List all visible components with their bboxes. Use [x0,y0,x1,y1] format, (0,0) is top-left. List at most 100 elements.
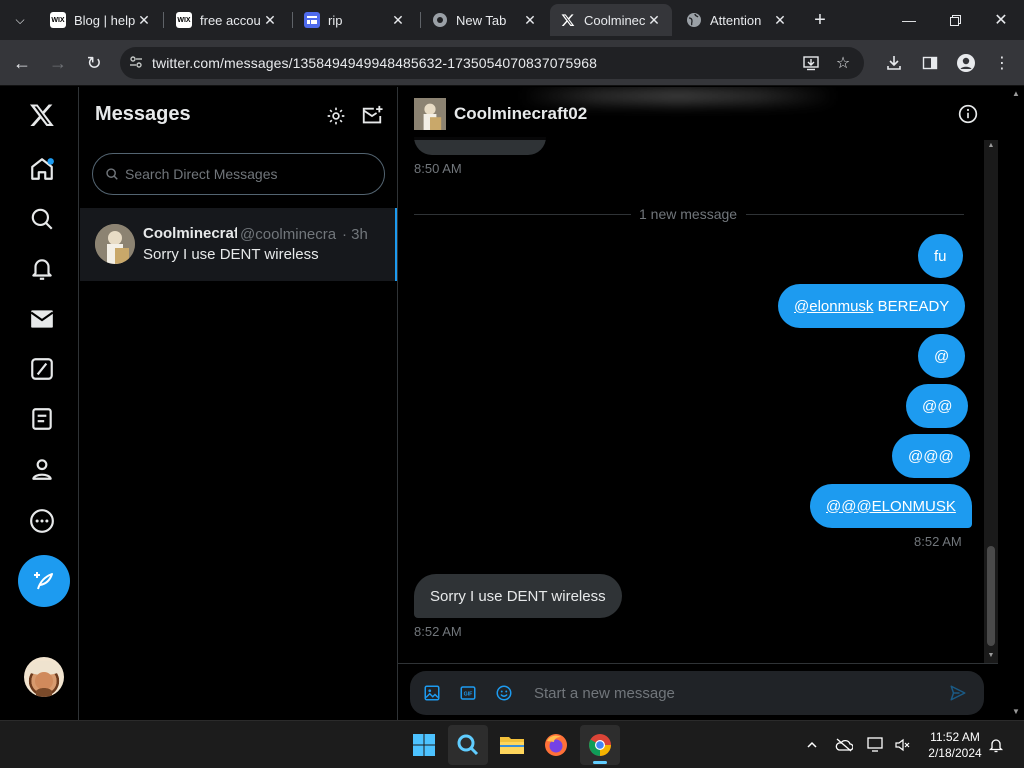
tab-title: Coolminec [584,12,646,28]
message-timestamp: 8:52 AM [414,624,462,639]
conversation-info-icon[interactable] [956,102,980,126]
tab-title: rip [328,12,343,28]
chat-title[interactable]: Coolminecraft02 [454,104,587,124]
wix-icon: WIX [50,12,66,28]
message-input[interactable] [534,684,914,702]
chrome-icon [589,734,611,756]
explore-search-icon[interactable] [18,195,66,243]
site-settings-icon[interactable] [120,55,152,72]
conversation-item[interactable]: Coolminecraf @coolminecra · 3h Sorry I u… [80,208,397,281]
incoming-message[interactable]: Sorry I use DENT wireless [414,574,622,618]
close-tab-icon[interactable]: ✕ [136,12,152,29]
close-tab-icon[interactable]: ✕ [390,12,406,29]
install-app-icon[interactable] [796,47,826,79]
scrollbar-thumb[interactable] [987,546,995,646]
restore-button[interactable] [932,0,978,40]
close-window-button[interactable]: ✕ [978,0,1024,40]
account-avatar[interactable] [24,657,64,697]
conversation-name: Coolminecraf [143,225,237,242]
close-tab-icon[interactable]: ✕ [522,12,538,29]
profile-person-icon[interactable] [18,445,66,493]
forward-button[interactable]: → [44,49,72,77]
x-logo-icon[interactable] [18,91,66,139]
wix-icon: WIX [176,12,192,28]
network-icon[interactable] [864,733,888,757]
mention-link[interactable]: @elonmusk [794,298,873,315]
firefox-icon [545,734,567,756]
conversation-time: · 3h [342,226,368,243]
compose-post-button[interactable] [18,555,70,607]
address-bar[interactable]: twitter.com/messages/1358494949948485632… [120,47,864,79]
tab-title: Blog | help [74,12,136,28]
tab-attention[interactable]: Attention ✕ [676,4,798,36]
new-tab-button[interactable]: + [808,8,832,32]
emoji-icon[interactable] [486,675,522,711]
downloads-icon[interactable] [880,49,908,77]
firefox-button[interactable] [536,725,576,765]
chat-panel: 8:50 AM 1 new message fu @elonmusk BEREA… [398,87,998,720]
send-icon[interactable] [940,675,976,711]
form-icon [304,12,320,28]
tab-blog-help[interactable]: WIX Blog | help ✕ [40,4,162,36]
tab-rip[interactable]: rip ✕ [294,4,416,36]
new-message-icon[interactable] [358,102,386,130]
dm-search-field[interactable] [92,153,385,195]
chrome-button[interactable] [580,725,620,765]
settings-gear-icon[interactable] [322,102,350,130]
search-button[interactable] [448,725,488,765]
file-explorer-button[interactable] [492,725,532,765]
outgoing-message[interactable]: @ [918,334,966,378]
notifications-bell-icon[interactable] [984,733,1008,757]
tab-title: New Tab [456,12,507,28]
tab-free-account[interactable]: WIX free accou ✕ [166,4,288,36]
new-message-divider: 1 new message [639,206,738,222]
feather-plus-icon [34,572,53,590]
tab-search-button[interactable]: ⌵ [6,6,34,34]
media-image-icon[interactable] [414,675,450,711]
grok-icon[interactable] [18,345,66,393]
home-icon[interactable] [18,145,66,193]
notifications-bell-icon[interactable] [18,245,66,293]
show-hidden-icons-chevron[interactable] [800,733,824,757]
outgoing-message[interactable]: @elonmusk BEREADY [778,284,966,328]
folder-icon [500,737,524,754]
profile-icon[interactable] [952,49,980,77]
outgoing-message[interactable]: @@@ [892,434,970,478]
minimize-button[interactable]: — [886,0,932,40]
tab-new-tab[interactable]: New Tab ✕ [422,4,548,36]
tab-title: free accou [200,12,261,28]
close-tab-icon[interactable]: ✕ [772,12,788,29]
more-options-icon[interactable] [18,497,66,545]
gif-icon[interactable]: GIF [450,675,486,711]
bookmark-star-icon[interactable]: ☆ [828,47,858,79]
volume-muted-icon[interactable] [890,733,914,757]
reload-button[interactable]: ↻ [80,49,108,77]
page-scrollbar[interactable]: ▲ ▼ [1008,87,1024,720]
chrome-menu-icon[interactable]: ⋮ [988,49,1016,77]
search-input[interactable] [125,166,365,182]
twitter-page: Messages Coolminecraf @coolminecra · 3h … [0,87,1024,720]
outgoing-message[interactable]: fu [918,234,963,278]
onedrive-icon[interactable] [832,733,856,757]
lists-icon[interactable] [18,395,66,443]
outgoing-message[interactable]: @@ [906,384,969,428]
system-clock[interactable]: 11:52 AM 2/18/2024 [920,729,990,761]
conversation-list-panel: Messages Coolminecraf @coolminecra · 3h … [80,87,398,720]
mention-link[interactable]: @@@ELONMUSK [826,498,956,515]
side-panel-icon[interactable] [916,49,944,77]
messages-envelope-icon[interactable] [18,295,66,343]
message-text: @ [934,347,950,365]
chrome-icon [432,12,448,28]
outgoing-message[interactable]: @@@ELONMUSK [810,484,972,528]
start-button[interactable] [404,725,444,765]
close-tab-icon[interactable]: ✕ [262,12,278,29]
close-tab-icon[interactable]: ✕ [646,12,662,29]
back-button[interactable]: ← [8,49,36,77]
windows-logo-icon [413,734,435,756]
chat-scrollbar[interactable]: ▲ ▼ [984,140,998,663]
url-text: twitter.com/messages/1358494949948485632… [152,55,598,71]
x-logo-icon [560,12,576,28]
tab-coolminecraft[interactable]: Coolminec ✕ [550,4,672,36]
avatar[interactable] [414,98,446,130]
tab-title: Attention [710,12,762,28]
